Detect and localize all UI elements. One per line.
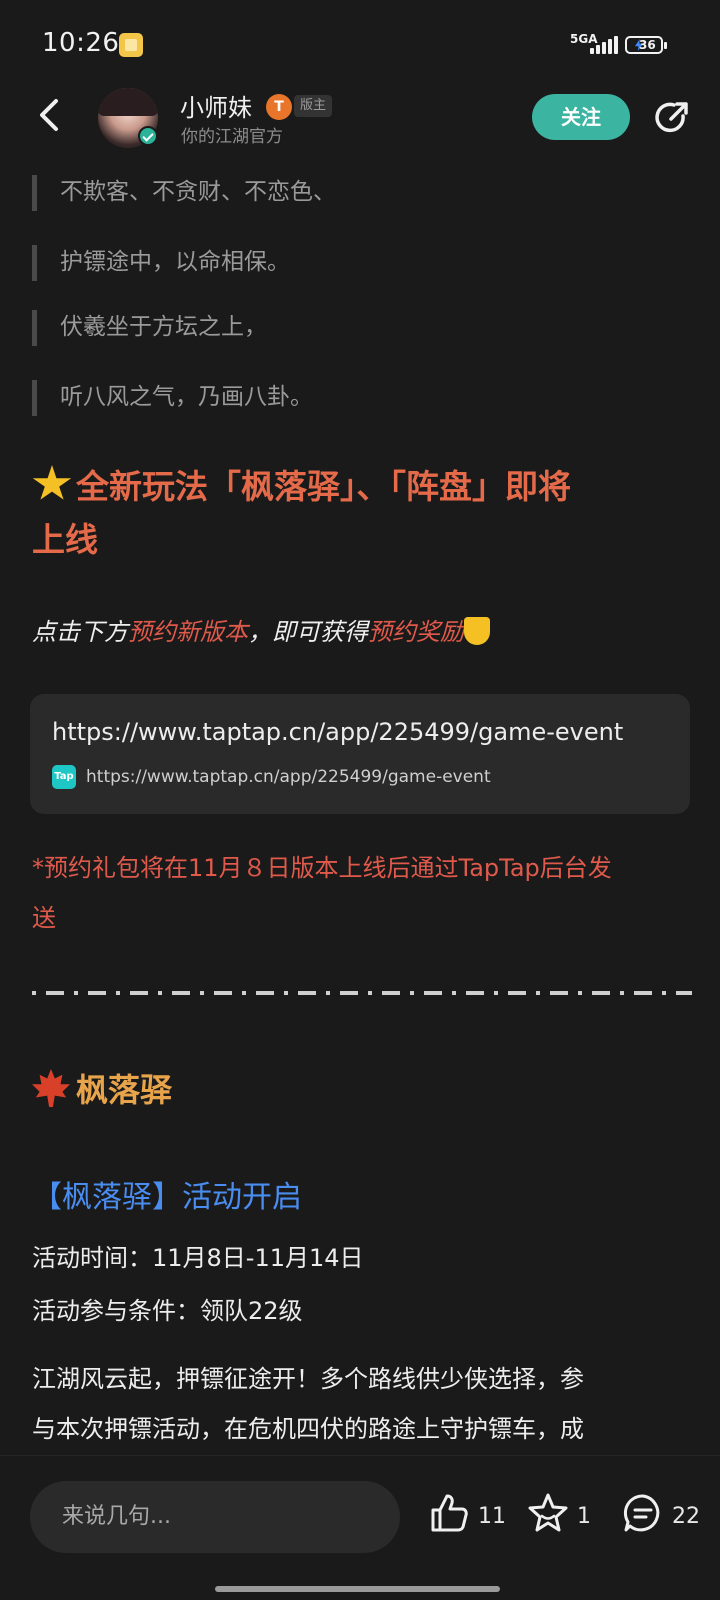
thumbs-up-icon: [431, 1494, 468, 1532]
reserve-version-link[interactable]: 预约新版本: [128, 618, 248, 646]
level-badge-icon: T: [266, 94, 292, 120]
moderator-badge: 版主: [294, 95, 333, 117]
quote-line: 伏羲坐于方坛之上，: [32, 305, 692, 375]
author-name[interactable]: 小师妹: [180, 88, 252, 123]
event-description: 江湖风云起，押镖征途开！多个路线供少侠选择，参 与本次押镖活动，在危机四伏的路途…: [32, 1365, 584, 1443]
favorite-count: 1: [577, 1504, 591, 1529]
post-header: 小师妹 T 版主 你的江湖官方 关注: [0, 80, 720, 160]
divider: [32, 991, 692, 995]
battery-level: 36: [639, 38, 656, 52]
event-condition: 活动参与条件：领队22级: [32, 1297, 303, 1325]
maple-leaf-icon: [32, 1069, 70, 1107]
comment-bubble-icon: [623, 1494, 660, 1532]
like-button[interactable]: 11: [428, 1492, 506, 1542]
author-description: 你的江湖官方: [181, 127, 283, 147]
comment-input[interactable]: 来说几句...: [30, 1481, 400, 1553]
notification-app-icon: [119, 33, 143, 57]
quote-line: 护镖途中，以命相保。: [32, 240, 692, 310]
verified-icon: [138, 126, 158, 146]
event-time: 活动时间：11月8日-11月14日: [32, 1244, 364, 1272]
status-bar: 10:26 5GA 36: [0, 0, 720, 80]
comment-count: 22: [672, 1504, 700, 1529]
taptap-icon: Tap: [52, 765, 76, 789]
reserve-reward-link[interactable]: 预约奖励: [368, 618, 464, 646]
like-count: 11: [478, 1504, 506, 1529]
quote-block-2: 伏羲坐于方坛之上， 听八风之气，乃画八卦。: [32, 305, 692, 445]
favorite-button[interactable]: 1: [527, 1492, 591, 1542]
follow-button[interactable]: 关注: [532, 94, 630, 140]
reserve-instruction: 点击下方预约新版本，即可获得预约奖励: [32, 612, 692, 647]
pointing-down-icon: [464, 617, 490, 645]
headline-line-2: 上线: [32, 520, 98, 559]
section-title: 枫落驿: [32, 1065, 692, 1111]
link-card[interactable]: https://www.taptap.cn/app/225499/game-ev…: [30, 694, 690, 814]
quote-line: 不欺客、不贪财、不恋色、: [32, 170, 692, 240]
event-title: 【枫落驿】活动开启: [32, 1180, 302, 1215]
quote-line: 听八风之气，乃画八卦。: [32, 375, 692, 445]
bottom-action-bar: 来说几句... 11 1 22: [0, 1455, 720, 1600]
link-title: https://www.taptap.cn/app/225499/game-ev…: [52, 718, 624, 746]
status-time: 10:26: [42, 28, 120, 58]
home-indicator[interactable]: [215, 1586, 500, 1592]
battery-icon: 36: [625, 36, 667, 54]
headline-line-1: 全新玩法「枫落驿」、「阵盘」即将: [76, 467, 571, 506]
signal-icon: [590, 36, 618, 54]
star-icon: [32, 465, 72, 500]
share-button[interactable]: [652, 98, 692, 138]
quote-block-1: 不欺客、不贪财、不恋色、 护镖途中，以命相保。: [32, 170, 692, 310]
post-content[interactable]: 不欺客、不贪财、不恋色、 护镖途中，以命相保。 伏羲坐于方坛之上， 听八风之气，…: [0, 160, 720, 1455]
star-outline-icon: [528, 1493, 568, 1532]
link-url: https://www.taptap.cn/app/225499/game-ev…: [86, 767, 491, 787]
comment-button[interactable]: 22: [622, 1492, 702, 1542]
back-button[interactable]: [30, 95, 70, 135]
headline: 全新玩法「枫落驿」、「阵盘」即将 上线: [32, 460, 692, 566]
notice-text: *预约礼包将在11月８日版本上线后通过TapTap后台发 送: [32, 854, 612, 932]
